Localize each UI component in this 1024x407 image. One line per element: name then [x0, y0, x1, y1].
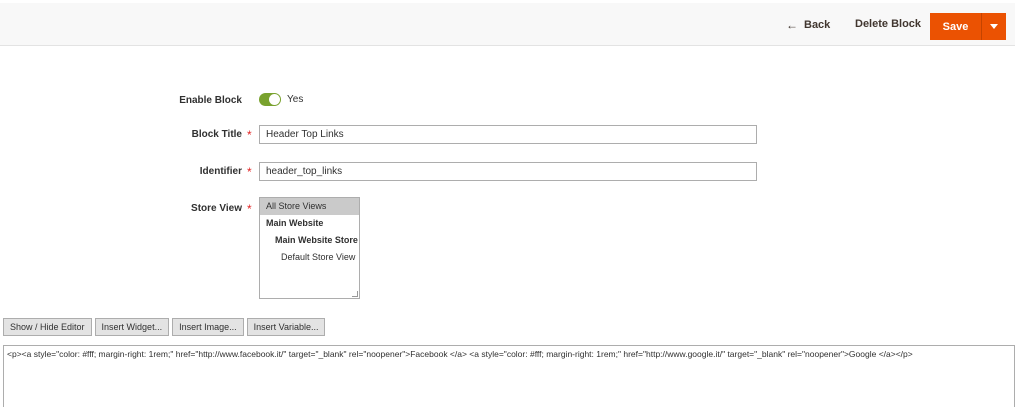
save-options-toggle[interactable]	[982, 13, 1006, 40]
store-view-label: Store View	[191, 203, 242, 214]
back-button[interactable]: ← Back	[786, 18, 830, 32]
delete-block-button[interactable]: Delete Block	[855, 18, 921, 30]
caret-down-icon	[990, 24, 998, 29]
enable-block-value: Yes	[287, 94, 304, 105]
page-actions-bar: ← Back Delete Block Save	[0, 3, 1015, 46]
required-marker: *	[247, 128, 252, 142]
store-view-option[interactable]: Default Store View	[260, 249, 359, 266]
store-view-multiselect[interactable]: All Store Views Main Website Main Websit…	[259, 197, 360, 299]
toggle-knob	[269, 94, 280, 105]
save-button-group: Save	[930, 13, 1006, 40]
identifier-input[interactable]	[259, 162, 757, 181]
back-button-label: Back	[804, 19, 831, 31]
show-hide-editor-button[interactable]: Show / Hide Editor	[3, 318, 92, 336]
content-editor-textarea[interactable]: <p><a style="color: #fff; margin-right: …	[3, 345, 1015, 407]
block-title-label: Block Title	[191, 129, 242, 140]
resize-grip-icon[interactable]	[352, 291, 358, 297]
arrow-left-icon: ←	[786, 18, 798, 32]
save-button[interactable]: Save	[930, 13, 982, 40]
editor-toolbar: Show / Hide Editor Insert Widget... Inse…	[3, 318, 326, 336]
identifier-label: Identifier	[199, 166, 242, 177]
required-marker: *	[247, 165, 252, 179]
store-view-option[interactable]: All Store Views	[260, 198, 359, 215]
enable-block-toggle[interactable]	[259, 93, 281, 106]
enable-block-label: Enable Block	[179, 95, 242, 106]
store-view-option[interactable]: Main Website	[260, 215, 359, 232]
block-title-input[interactable]	[259, 125, 757, 144]
insert-variable-button[interactable]: Insert Variable...	[246, 318, 326, 336]
required-marker: *	[247, 202, 252, 216]
insert-image-button[interactable]: Insert Image...	[172, 318, 244, 336]
insert-widget-button[interactable]: Insert Widget...	[94, 318, 170, 336]
store-view-option[interactable]: Main Website Store	[260, 232, 359, 249]
